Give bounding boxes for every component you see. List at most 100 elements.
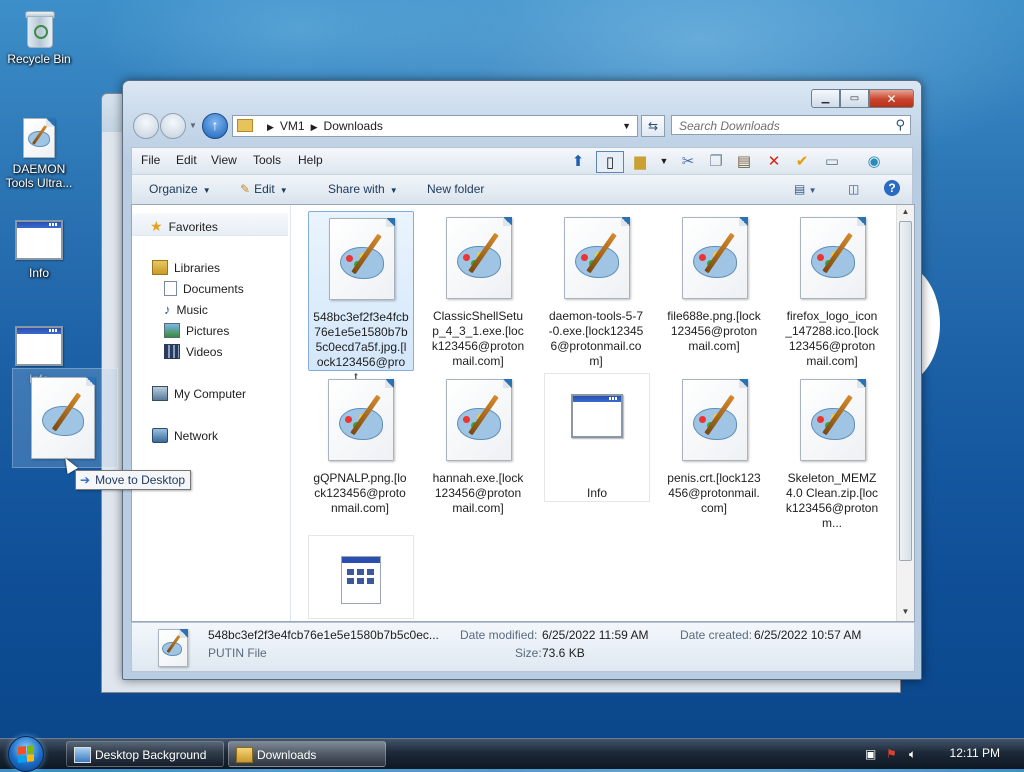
nav-network[interactable]: Network	[152, 428, 218, 443]
edit-icon: ✎	[240, 182, 251, 196]
file-item[interactable]: file688e.png.[lock123456@protonmail.com]	[662, 211, 766, 354]
menu-edit[interactable]: Edit	[176, 153, 197, 167]
file-item[interactable]: hannah.exe.[lock123456@protonmail.com]	[426, 373, 530, 516]
maximize-button[interactable]: ▭	[840, 89, 869, 108]
breadcrumb-vm1[interactable]: VM1	[280, 119, 305, 133]
scroll-down-icon[interactable]: ▼	[897, 607, 914, 621]
start-button[interactable]	[8, 736, 44, 772]
menu-file[interactable]: File	[141, 153, 160, 167]
file-item[interactable]	[308, 535, 414, 619]
forward-button[interactable]	[160, 113, 186, 139]
desktop-icon-info[interactable]: Info	[0, 220, 78, 280]
globe-icon[interactable]: ◉	[864, 151, 884, 171]
file-name: Skeleton_MEMZ 4.0 Clean.zip.[lock123456@…	[785, 471, 879, 530]
file-item[interactable]: 548bc3ef2f3e4fcb76e1e5e1580b7b5c0ecd7a5f…	[308, 211, 414, 384]
menu-view[interactable]: View	[211, 153, 237, 167]
new-folder-button[interactable]: New folder	[427, 182, 484, 196]
up-button[interactable]: ↑	[202, 113, 228, 139]
edit-button[interactable]: ✎ Edit ▼	[240, 182, 288, 196]
nav-documents[interactable]: Documents	[164, 281, 244, 296]
paint-icon	[800, 217, 866, 299]
menu-help[interactable]: Help	[298, 153, 323, 167]
network-tray-icon[interactable]: ▣	[865, 747, 879, 761]
action-center-icon[interactable]: ⚑	[886, 747, 900, 761]
file-item[interactable]: ClassicShellSetup_4_3_1.exe.[lock123456@…	[426, 211, 530, 369]
file-item[interactable]: firefox_logo_icon_147288.ico.[lock123456…	[780, 211, 884, 369]
recycle-bin-icon	[23, 8, 55, 48]
desktop-icon-recycle-bin[interactable]: Recycle Bin	[0, 8, 78, 66]
details-modified-label: Date modified:	[460, 628, 538, 642]
delete-icon[interactable]: ✕	[764, 151, 784, 171]
videos-icon	[164, 344, 180, 359]
volume-icon[interactable]: 🔈︎	[909, 747, 923, 761]
properties-icon[interactable]: ▭	[822, 151, 842, 171]
folder-options-icon[interactable]: ▆	[630, 151, 650, 171]
nav-pictures[interactable]: Pictures	[164, 323, 229, 338]
details-type: PUTIN File	[208, 646, 267, 660]
checkmark-icon[interactable]: ✔	[792, 151, 812, 171]
scrollbar-thumb[interactable]	[899, 221, 912, 561]
folders-pane-icon[interactable]: ▯	[596, 151, 624, 173]
nav-my-computer[interactable]: My Computer	[152, 386, 246, 401]
libraries-icon	[152, 260, 168, 275]
minimize-button[interactable]: ▁	[811, 89, 840, 108]
clock[interactable]: 12:11 PM	[950, 746, 1000, 760]
search-placeholder: Search Downloads	[679, 119, 780, 133]
menu-tools[interactable]: Tools	[253, 153, 281, 167]
share-with-button[interactable]: Share with ▼	[328, 182, 398, 196]
desktop-icon-daemon-tools[interactable]: DAEMON Tools Ultra...	[0, 118, 78, 190]
cut-icon[interactable]: ✂	[678, 151, 698, 171]
paint-icon	[682, 379, 748, 461]
windows-logo-icon	[18, 745, 34, 763]
window-app-icon	[15, 220, 63, 260]
close-button[interactable]: ✕	[869, 89, 914, 108]
file-item[interactable]: penis.crt.[lock123456@protonmail.com]	[662, 373, 766, 516]
nav-favorites[interactable]: ★ Favorites	[150, 218, 218, 235]
back-button[interactable]	[133, 113, 159, 139]
nav-libraries[interactable]: Libraries	[152, 260, 220, 275]
details-filename: 548bc3ef2f3e4fcb76e1e5e1580b7b5c0ec...	[208, 628, 439, 642]
details-pane: 548bc3ef2f3e4fcb76e1e5e1580b7b5c0ec... P…	[131, 622, 915, 672]
paste-icon[interactable]: ▤	[734, 151, 754, 171]
up-arrow-icon[interactable]: ⬆	[568, 151, 588, 171]
nav-videos[interactable]: Videos	[164, 344, 222, 359]
task-desktop-background[interactable]: Desktop Background	[66, 741, 224, 767]
search-input[interactable]: Search Downloads ⚲	[671, 115, 911, 135]
menu-bar: File Edit View Tools Help ⬆ ▯ ▆ ▼ ✂ ❐ ▤ …	[131, 147, 913, 174]
breadcrumb-downloads[interactable]: Downloads	[324, 119, 383, 133]
details-created-label: Date created:	[680, 628, 753, 642]
address-bar[interactable]: ▶ VM1 ▶ Downloads ▼	[232, 115, 638, 137]
scroll-up-icon[interactable]: ▲	[897, 207, 914, 221]
documents-icon	[164, 281, 177, 296]
move-arrow-icon: ➔	[80, 473, 91, 487]
organize-button[interactable]: Organize ▼	[149, 182, 211, 196]
paint-file-icon	[158, 629, 188, 667]
address-dropdown-icon[interactable]: ▼	[622, 116, 631, 136]
monitor-icon	[74, 747, 91, 763]
search-icon[interactable]: ⚲	[895, 115, 905, 135]
file-item[interactable]: gQPNALP.png.[lock123456@protonmail.com]	[308, 373, 412, 516]
file-item[interactable]: Info	[544, 373, 650, 502]
window-controls: ▁ ▭ ✕	[811, 89, 914, 108]
vertical-scrollbar[interactable]: ▲ ▼	[896, 205, 914, 621]
view-options-icon[interactable]: ▤ ▼	[794, 182, 817, 196]
file-item[interactable]: Skeleton_MEMZ 4.0 Clean.zip.[lock123456@…	[780, 373, 884, 531]
file-list: 548bc3ef2f3e4fcb76e1e5e1580b7b5c0ecd7a5f…	[292, 205, 896, 621]
dropdown-chevron-icon[interactable]: ▼	[654, 151, 674, 171]
copy-icon[interactable]: ❐	[706, 151, 726, 171]
explorer-window[interactable]: ▁ ▭ ✕ ▼ ↑ ▶ VM1 ▶ Downloads ▼ ⇆ Search Down…	[122, 80, 922, 680]
system-tray: ▣ ⚑ 🔈︎ 12:11 PM	[859, 739, 1024, 769]
details-created: 6/25/2022 10:57 AM	[754, 628, 862, 642]
drag-tooltip: ➔ Move to Desktop	[75, 470, 192, 490]
app-grid-icon	[329, 556, 393, 621]
task-downloads[interactable]: Downloads	[228, 741, 386, 767]
file-item[interactable]: daemon-tools-5-7-0.exe.[lock123456@proto…	[544, 211, 648, 369]
refresh-button[interactable]: ⇆	[641, 115, 665, 137]
file-name: gQPNALP.png.[lock123456@protonmail.com]	[313, 471, 407, 515]
recent-pages-chevron-icon[interactable]: ▼	[189, 121, 197, 130]
desktop-icon-label: Info	[28, 266, 49, 280]
nav-music[interactable]: ♪ Music	[164, 302, 208, 317]
help-icon[interactable]: ?	[884, 180, 900, 196]
preview-pane-icon[interactable]: ◫	[848, 182, 859, 196]
window-app-icon	[565, 394, 629, 476]
